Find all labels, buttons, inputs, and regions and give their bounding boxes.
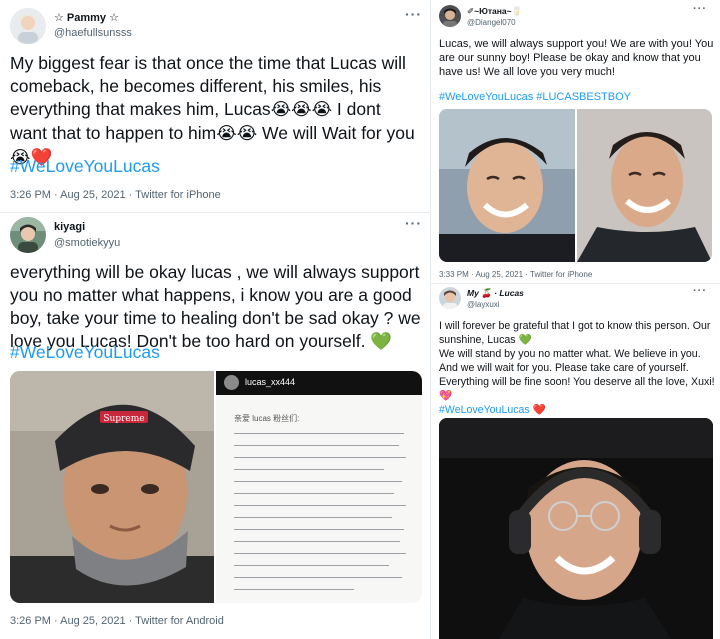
hashtag-link[interactable]: #WeLoveYouLucas — [10, 341, 160, 364]
handwriting-line — [234, 457, 406, 458]
tweet-timestamp[interactable]: 3:26 PM · Aug 25, 2021 · Twitter for And… — [10, 615, 224, 627]
hashtag-link[interactable]: #WeLoveYouLucas #LUCASBESTBOY — [439, 90, 631, 105]
studio-headphones-image — [439, 418, 713, 639]
handwriting-line — [234, 517, 392, 518]
green-heart-emoji: 💚 — [370, 332, 393, 353]
handle[interactable]: @Diangel070 — [467, 18, 516, 27]
display-name-text: · Lucas — [494, 288, 524, 298]
selfie-image: Supreme — [10, 371, 214, 603]
display-name[interactable]: kiyagi — [54, 221, 85, 233]
handwriting-line — [234, 505, 406, 506]
tweet-photo[interactable] — [439, 418, 713, 639]
tweet-text: I will forever be grateful that I got to… — [439, 320, 717, 418]
tweet-text: My biggest fear is that once the time th… — [10, 52, 422, 170]
tweet-timestamp[interactable]: 3:33 PM · Aug 25, 2021 · Twitter for iPh… — [439, 270, 592, 279]
display-name[interactable]: ✐~Ютана~🥛 — [467, 6, 522, 17]
tweet-photo-1[interactable] — [439, 109, 575, 262]
handwriting-line — [234, 433, 404, 434]
more-options-icon[interactable]: ··· — [405, 6, 422, 22]
tweet-card-kiyagi[interactable]: kiyagi @smotiekyyu ··· everything will b… — [0, 213, 430, 639]
tweet-text-part1: I will forever be grateful that I got to… — [439, 320, 711, 346]
note-title: 亲爱 lucas 粉丝们: — [234, 414, 300, 423]
tweet-photo-2[interactable] — [577, 109, 712, 262]
tweet-photo-note[interactable]: lucas_xx444 亲爱 lucas 粉丝们: — [216, 371, 422, 603]
crying-emoji: 😭😭😭 — [270, 100, 333, 121]
sparkling-heart-emoji: 💖 — [439, 389, 453, 402]
handle[interactable]: @haefullsunsss — [54, 27, 132, 39]
smiling-boy-image — [439, 109, 575, 262]
handwriting-line — [234, 445, 399, 446]
display-name[interactable]: My 🍒 · Lucas — [467, 288, 524, 299]
handle[interactable]: @smotiekyyu — [54, 237, 120, 249]
handwriting-line — [234, 469, 384, 470]
handwriting-line — [234, 493, 394, 494]
avatar[interactable] — [10, 217, 46, 253]
tweet-card-layxuxi[interactable]: My 🍒 · Lucas @layxuxi ··· I will forever… — [431, 284, 720, 639]
crying-emoji: 😭😭 — [216, 124, 258, 145]
tweet-text-part3: We will Wait for you — [257, 123, 415, 144]
handwriting-line — [234, 565, 389, 566]
green-heart-emoji: 💚 — [518, 333, 532, 346]
avatar-photo — [10, 8, 46, 44]
handwriting-line — [234, 481, 402, 482]
hashtag-link[interactable]: #WeLoveYouLucas — [10, 155, 160, 178]
tweet-text: Lucas, we will always support you! We ar… — [439, 38, 714, 79]
handwriting-line — [234, 541, 400, 542]
handle[interactable]: @layxuxi — [467, 300, 500, 309]
tweet-card-diangel[interactable]: ✐~Ютана~🥛 @Diangel070 ··· Lucas, we will… — [431, 0, 720, 283]
beanie-logo: Supreme — [103, 414, 144, 424]
tweet-photo-selfie[interactable]: Supreme — [10, 371, 214, 603]
note-header: lucas_xx444 — [216, 371, 422, 395]
more-options-icon[interactable]: ··· — [693, 285, 707, 297]
avatar[interactable] — [439, 5, 461, 27]
handwriting-line — [234, 553, 406, 554]
avatar-photo — [439, 287, 461, 309]
avatar[interactable] — [10, 8, 46, 44]
display-name-text: ✐~Ютана~ — [467, 6, 512, 16]
avatar-photo — [10, 217, 46, 253]
tweet-timestamp[interactable]: 3:26 PM · Aug 25, 2021 · Twitter for iPh… — [10, 189, 221, 201]
milk-emoji: 🥛 — [511, 7, 523, 17]
handwriting-line — [234, 529, 404, 530]
red-heart-emoji: ❤️ — [532, 403, 546, 416]
tweet-text-part1: everything will be okay lucas , we will … — [10, 262, 421, 352]
avatar — [224, 375, 239, 390]
display-name[interactable]: ☆ Pammy ☆ — [54, 11, 119, 24]
note-username: lucas_xx444 — [245, 377, 296, 387]
display-name-text: My — [467, 288, 479, 298]
tweet-card-pammy[interactable]: ☆ Pammy ☆ @haefullsunsss ··· My biggest … — [0, 0, 430, 212]
tweet-text-part2: We will stand by you no matter what. We … — [439, 347, 715, 388]
more-options-icon[interactable]: ··· — [693, 3, 707, 15]
handwriting-line — [234, 577, 402, 578]
more-options-icon[interactable]: ··· — [405, 215, 422, 231]
avatar-photo — [439, 5, 461, 27]
avatar[interactable] — [439, 287, 461, 309]
handwriting-line — [234, 589, 354, 590]
hashtag-link[interactable]: #WeLoveYouLucas — [439, 404, 530, 416]
smiling-boy-image — [577, 109, 712, 262]
cherry-emoji: 🍒 — [481, 289, 492, 299]
